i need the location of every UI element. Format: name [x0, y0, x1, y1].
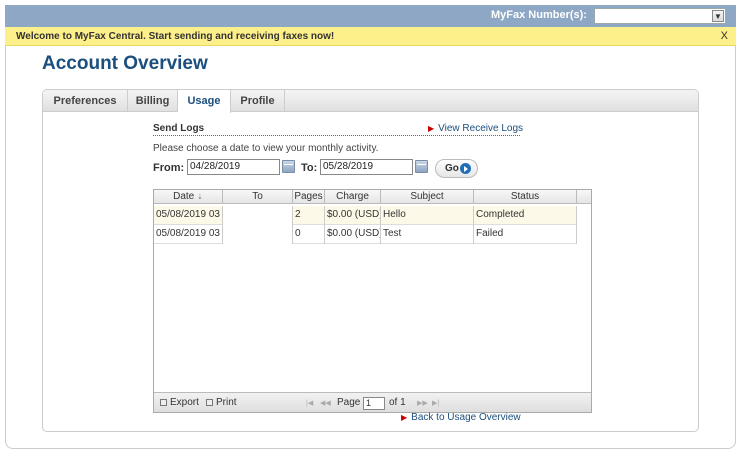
tab-billing[interactable]: Billing	[128, 90, 178, 112]
fax-number-label: MyFax Number(s):	[491, 9, 587, 21]
go-button[interactable]: Go	[435, 159, 478, 178]
column-header-status[interactable]: Status	[474, 190, 577, 204]
top-bar: MyFax Number(s): ▼	[5, 5, 736, 27]
column-header-charge[interactable]: Charge	[325, 190, 381, 204]
cell-date: 05/08/2019 03	[154, 225, 223, 244]
fax-number-select[interactable]: ▼	[594, 8, 726, 24]
go-label: Go	[445, 163, 459, 174]
column-header-subject[interactable]: Subject	[381, 190, 474, 204]
close-banner-button[interactable]: X	[721, 30, 728, 42]
cell-to	[223, 206, 293, 225]
arrow-right-icon: ▶	[401, 413, 408, 422]
calendar-icon[interactable]	[415, 160, 428, 173]
last-page-icon[interactable]: ▶|	[432, 399, 439, 407]
export-button[interactable]: Export	[160, 397, 199, 408]
view-receive-logs-label: View Receive Logs	[438, 123, 524, 134]
next-page-icon[interactable]: ▶▶	[417, 399, 428, 407]
from-label: From:	[153, 162, 185, 174]
arrow-right-icon: ▶	[428, 124, 435, 133]
prev-page-icon[interactable]: ◀◀	[320, 399, 331, 407]
to-date-input[interactable]: 05/28/2019	[320, 159, 413, 175]
grid-header: Date ⇣ To Pages Charge Subject Status	[154, 190, 591, 204]
table-row[interactable]: 05/08/2019 03 2 $0.00 (USD) Hello Comple…	[154, 206, 577, 225]
grid-footer: Export Print |◀ ◀◀ Page 1 of 1 ▶▶ ▶|	[154, 392, 591, 412]
section-divider	[153, 135, 520, 136]
to-label: To:	[301, 162, 318, 174]
send-logs-title: Send Logs	[153, 123, 205, 134]
cell-subject: Hello	[381, 206, 474, 225]
send-logs-grid: Date ⇣ To Pages Charge Subject Status 05…	[153, 189, 592, 413]
page-label: Page	[337, 397, 361, 408]
column-header-date[interactable]: Date ⇣	[154, 190, 223, 204]
cell-subject: Test	[381, 225, 474, 244]
cell-status: Completed	[474, 206, 577, 225]
page-number-input[interactable]: 1	[363, 397, 385, 410]
tab-usage[interactable]: Usage	[178, 90, 231, 113]
welcome-banner: Welcome to MyFax Central. Start sending …	[5, 27, 736, 46]
play-circle-icon	[460, 163, 471, 174]
tab-preferences[interactable]: Preferences	[43, 90, 128, 112]
cell-pages: 2	[293, 206, 325, 225]
back-to-usage-overview-link[interactable]: ▶ Back to Usage Overview	[401, 412, 521, 423]
instructions-text: Please choose a date to view your monthl…	[153, 143, 379, 154]
welcome-message: Welcome to MyFax Central. Start sending …	[16, 31, 335, 42]
back-link-label: Back to Usage Overview	[411, 412, 521, 423]
cell-status: Failed	[474, 225, 577, 244]
column-header-date-label: Date	[173, 191, 195, 202]
column-header-pages[interactable]: Pages	[293, 190, 325, 204]
table-row[interactable]: 05/08/2019 03 0 $0.00 (USD) Test Failed	[154, 225, 577, 244]
export-icon	[160, 399, 167, 406]
calendar-icon[interactable]	[282, 160, 295, 173]
page-count-label: of 1	[389, 397, 406, 408]
sort-icon: ⇣	[197, 194, 203, 201]
printer-icon	[206, 399, 213, 406]
column-header-to[interactable]: To	[223, 190, 293, 204]
cell-to	[223, 225, 293, 244]
cell-charge: $0.00 (USD)	[325, 206, 381, 225]
print-label: Print	[216, 397, 237, 408]
first-page-icon[interactable]: |◀	[306, 399, 313, 407]
from-date-input[interactable]: 04/28/2019	[187, 159, 280, 175]
tab-profile[interactable]: Profile	[231, 90, 285, 112]
page-title: Account Overview	[42, 53, 208, 74]
export-label: Export	[170, 397, 199, 408]
view-receive-logs-link[interactable]: ▶ View Receive Logs	[428, 123, 523, 134]
chevron-down-icon[interactable]: ▼	[712, 10, 724, 22]
tab-bar: Preferences Billing Usage Profile	[43, 90, 698, 113]
cell-charge: $0.00 (USD)	[325, 225, 381, 244]
cell-pages: 0	[293, 225, 325, 244]
cell-date: 05/08/2019 03	[154, 206, 223, 225]
print-button[interactable]: Print	[206, 397, 237, 408]
